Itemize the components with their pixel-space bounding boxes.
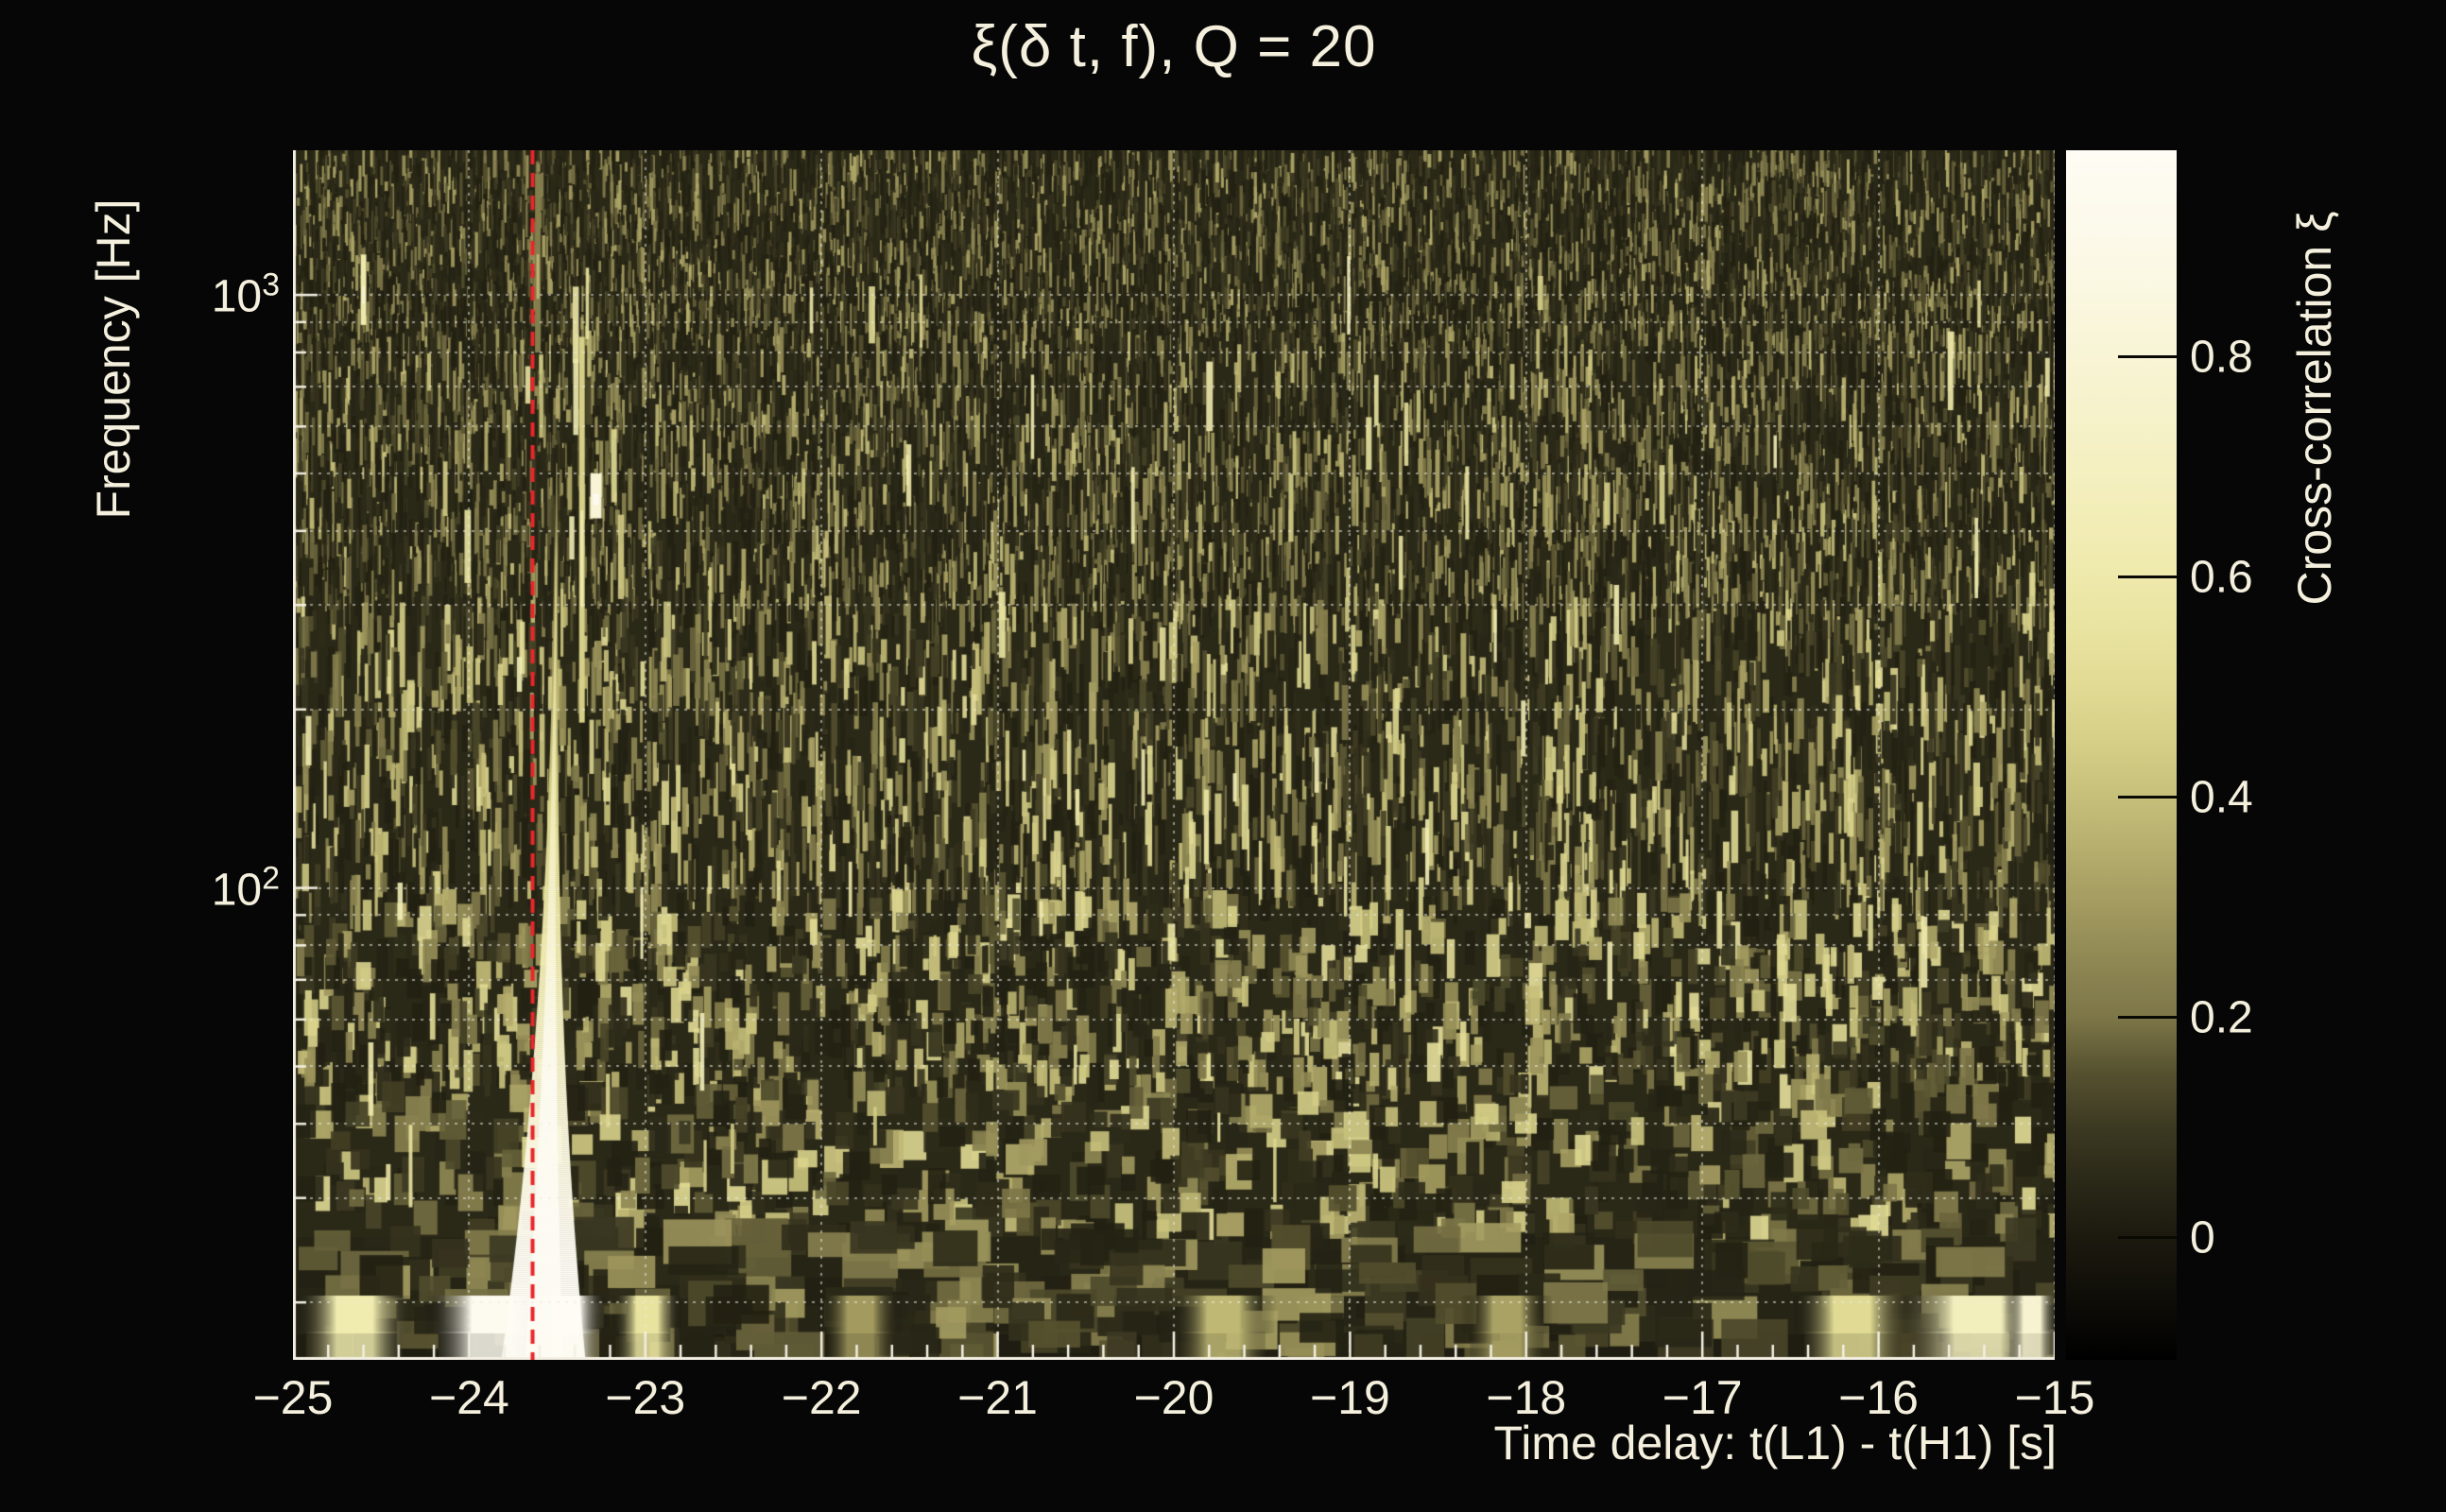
- y-tick-label: 102: [212, 860, 280, 916]
- x-tick-label: −24: [429, 1370, 509, 1425]
- colorbar-tick-label: 0.2: [2190, 991, 2253, 1043]
- colorbar-tick: [2118, 1016, 2177, 1019]
- x-tick-label: −25: [253, 1370, 334, 1425]
- y-axis-title: Frequency [Hz]: [86, 198, 141, 519]
- heatmap-canvas: [293, 150, 2055, 1360]
- colorbar-tick: [2118, 1236, 2177, 1239]
- x-tick-label: −19: [1310, 1370, 1390, 1425]
- colorbar-tick: [2118, 576, 2177, 578]
- x-tick-label: −21: [957, 1370, 1038, 1425]
- figure-title: ξ(δ t, f), Q = 20: [972, 13, 1377, 80]
- colorbar-title: Cross-correlation ξ: [2287, 212, 2342, 606]
- y-tick-label: 103: [212, 267, 280, 323]
- colorbar-tick: [2118, 796, 2177, 799]
- x-axis-title: Time delay: t(L1) - t(H1) [s]: [1494, 1416, 2057, 1470]
- x-tick-label: −20: [1134, 1370, 1214, 1425]
- figure-root: ξ(δ t, f), Q = 20 Frequency [Hz] −25 −24 −…: [0, 0, 2446, 1512]
- colorbar: [2066, 150, 2177, 1360]
- colorbar-tick-label: 0.4: [2190, 771, 2253, 823]
- x-tick-label: −22: [782, 1370, 862, 1425]
- colorbar-tick-label: 0.8: [2190, 331, 2253, 383]
- colorbar-tick: [2118, 355, 2177, 358]
- x-tick-label: −23: [605, 1370, 685, 1425]
- colorbar-tick-label: 0.6: [2190, 551, 2253, 603]
- colorbar-tick-label: 0: [2190, 1211, 2215, 1263]
